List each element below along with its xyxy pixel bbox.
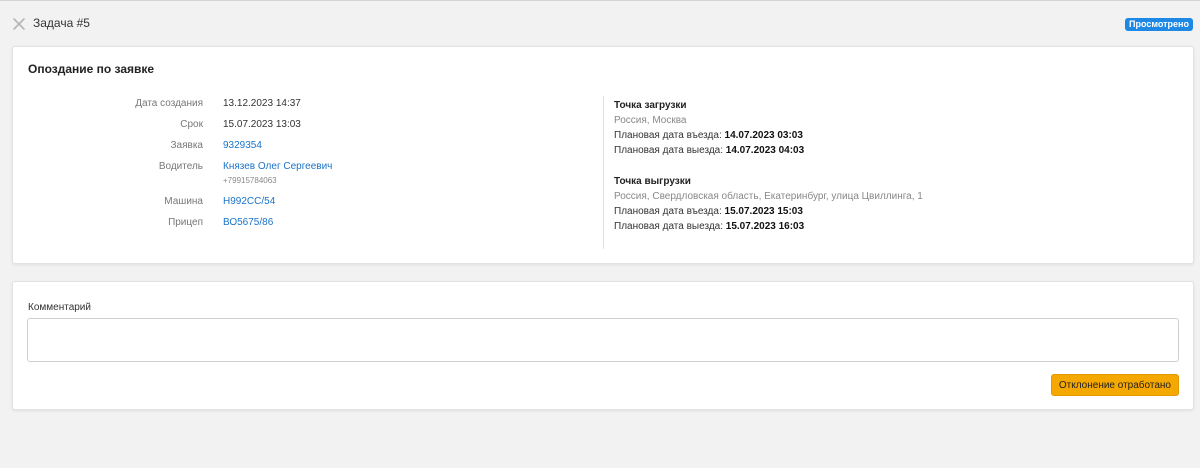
unloading-departure-label: Плановая дата выезда: (614, 221, 723, 232)
loading-arrival: Плановая дата въезда: 14.07.2023 03:03 (614, 128, 804, 143)
info-label: Машина (164, 196, 203, 207)
info-row-driver: Водитель Князев Олег Сергеевич +79915784… (13, 160, 413, 185)
column-divider (603, 96, 604, 249)
vehicle-link[interactable]: Н992СС/54 (223, 195, 275, 209)
task-header: Задача #5 Просмотрено (0, 0, 1200, 44)
info-label: Заявка (170, 140, 204, 151)
driver-phone: +79915784063 (223, 176, 277, 185)
order-link[interactable]: 9329354 (223, 139, 262, 153)
loading-departure-label: Плановая дата выезда: (614, 145, 723, 156)
unloading-point: Точка выгрузки Россия, Свердловская обла… (614, 174, 923, 234)
deviation-resolved-button[interactable]: Отклонение отработано (1050, 374, 1179, 396)
unloading-point-address: Россия, Свердловская область, Екатеринбу… (614, 191, 923, 202)
info-label: Срок (180, 119, 203, 130)
comment-input[interactable] (27, 318, 1179, 362)
info-label: Дата создания (135, 98, 203, 109)
loading-arrival-value: 14.07.2023 03:03 (724, 130, 803, 141)
unloading-arrival-label: Плановая дата въезда: (614, 206, 722, 217)
trailer-link[interactable]: ВО5675/86 (223, 216, 273, 230)
info-row-vehicle: Машина Н992СС/54 (13, 195, 413, 211)
loading-point: Точка загрузки Россия, Москва Плановая д… (614, 98, 804, 158)
info-label: Прицеп (168, 217, 203, 228)
info-row-deadline: Срок 15.07.2023 13:03 (13, 118, 413, 134)
unloading-departure: Плановая дата выезда: 15.07.2023 16:03 (614, 219, 923, 234)
card-title: Опоздание по заявке (28, 62, 155, 76)
info-row-trailer: Прицеп ВО5675/86 (13, 216, 413, 232)
status-badge: Просмотрено (1124, 18, 1193, 31)
loading-point-address: Россия, Москва (614, 115, 687, 126)
comment-label: Комментарий (28, 302, 91, 313)
unloading-arrival: Плановая дата въезда: 15.07.2023 15:03 (614, 204, 923, 219)
task-title: Задача #5 (33, 16, 90, 30)
info-row-created: Дата создания 13.12.2023 14:37 (13, 97, 413, 113)
close-icon[interactable] (12, 17, 26, 31)
deadline-value: 15.07.2023 13:03 (223, 119, 301, 130)
driver-link[interactable]: Князев Олег Сергеевич (223, 160, 332, 174)
loading-arrival-label: Плановая дата въезда: (614, 130, 722, 141)
info-row-order: Заявка 9329354 (13, 139, 413, 155)
unloading-point-title: Точка выгрузки (614, 176, 691, 187)
task-details-card: Опоздание по заявке Дата создания 13.12.… (12, 46, 1194, 264)
unloading-departure-value: 15.07.2023 16:03 (725, 221, 805, 232)
unloading-arrival-value: 15.07.2023 15:03 (724, 206, 803, 217)
loading-departure-value: 14.07.2023 04:03 (725, 145, 805, 156)
created-date-value: 13.12.2023 14:37 (223, 98, 301, 109)
loading-departure: Плановая дата выезда: 14.07.2023 04:03 (614, 143, 804, 158)
loading-point-title: Точка загрузки (614, 100, 687, 111)
comment-card: Комментарий Отклонение отработано (12, 281, 1194, 410)
info-label: Водитель (158, 161, 203, 172)
